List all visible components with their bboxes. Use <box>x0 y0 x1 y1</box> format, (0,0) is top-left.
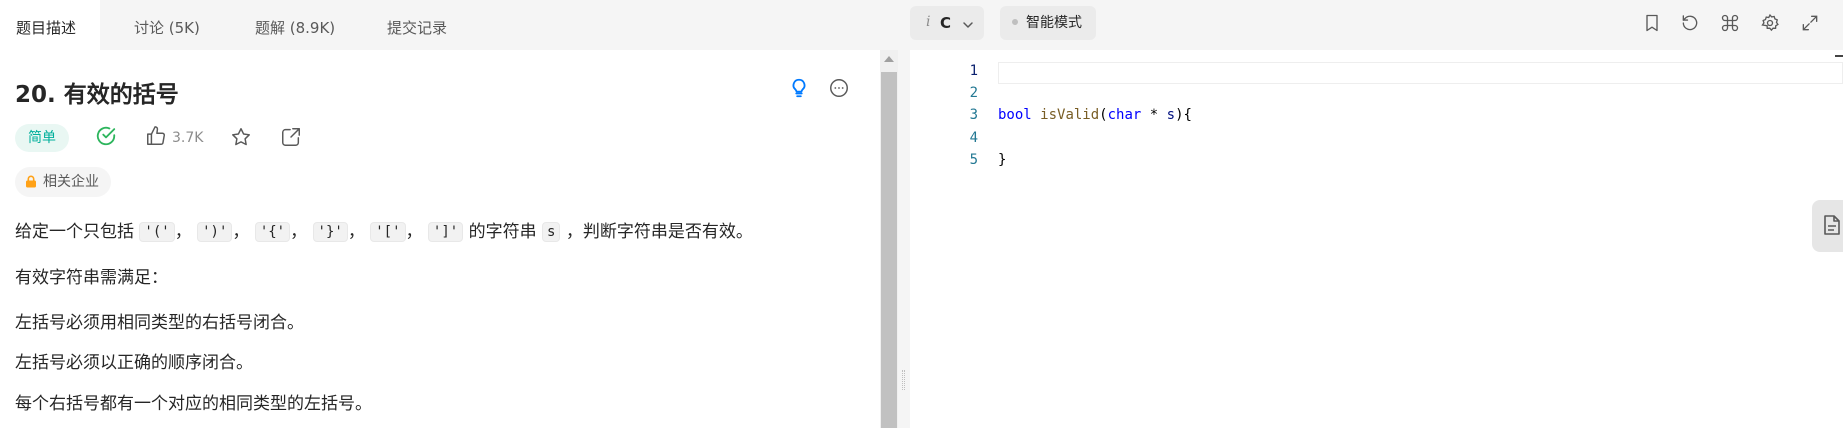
problem-scrollbar[interactable] <box>880 50 898 428</box>
gear-icon[interactable] <box>1760 13 1780 37</box>
tab-discussion[interactable]: 讨论 (5K) <box>118 0 216 50</box>
char-code: '(' <box>139 222 175 242</box>
rule-item: 左括号必须用相同类型的右括号闭合。 <box>15 313 304 333</box>
char-code: '[' <box>370 222 406 242</box>
related-companies-label: 相关企业 <box>43 174 99 190</box>
language-value: C <box>940 14 952 32</box>
reset-icon[interactable] <box>1680 13 1700 37</box>
status-dot <box>1012 19 1018 25</box>
share-icon[interactable] <box>280 126 302 152</box>
check-circle-icon <box>95 125 117 151</box>
current-line-highlight <box>998 62 1843 84</box>
char-code: '{' <box>254 222 291 242</box>
notes-side-tab[interactable] <box>1812 200 1843 252</box>
overview-ruler-mark <box>1835 55 1843 57</box>
like-count: 3.7K <box>172 130 204 146</box>
code-line[interactable]: } <box>998 152 1006 168</box>
problem-panel: 题目描述 讨论 (5K) 题解 (8.9K) 提交记录 20. 有效的括号 简单… <box>0 0 880 428</box>
thumbs-up-icon[interactable] <box>145 125 167 151</box>
command-icon[interactable] <box>1720 13 1740 37</box>
char-code: ')' <box>197 222 233 242</box>
related-companies-button[interactable]: 相关企业 <box>15 167 111 197</box>
tab-description[interactable]: 题目描述 <box>0 0 100 50</box>
code-line[interactable]: bool isValid(char * s){ <box>998 107 1192 123</box>
bookmark-icon[interactable] <box>1642 13 1662 37</box>
var-code: s <box>542 222 561 242</box>
expand-icon[interactable] <box>1800 13 1820 37</box>
line-number: 2 <box>969 85 978 101</box>
panel-resize-handle[interactable] <box>898 50 910 428</box>
scroll-up-arrow[interactable] <box>884 56 894 62</box>
problem-title: 20. 有效的括号 <box>15 82 179 108</box>
lock-icon <box>25 169 37 199</box>
editor-toolbar: i C 智能模式 <box>880 0 1843 50</box>
code-editor[interactable]: 1 2 3 4 5 bool isValid(char * s){ } <box>910 50 1843 428</box>
info-icon: i <box>926 14 931 30</box>
problem-content: 20. 有效的括号 简单 3.7K 相关企业 给定一个只包括 '(' ， ')'… <box>0 50 880 428</box>
rule-item: 左括号必须以正确的顺序闭合。 <box>15 353 253 373</box>
line-number: 4 <box>969 130 978 146</box>
problem-tabbar: 题目描述 讨论 (5K) 题解 (8.9K) 提交记录 <box>0 0 880 50</box>
document-icon <box>1822 214 1842 240</box>
smart-mode-button[interactable]: 智能模式 <box>1000 6 1096 40</box>
char-code: ']' <box>427 222 464 242</box>
char-code: '}' <box>312 222 348 242</box>
app-root: 题目描述 讨论 (5K) 题解 (8.9K) 提交记录 20. 有效的括号 简单… <box>0 0 1843 428</box>
tab-solutions[interactable]: 题解 (8.9K) <box>239 0 351 50</box>
line-number: 5 <box>969 152 978 168</box>
description-intro: 给定一个只包括 '('， ')'， '{'， '}'， '['， ']' 的字符… <box>15 222 753 242</box>
line-number: 1 <box>969 63 978 79</box>
smart-mode-label: 智能模式 <box>1026 15 1082 31</box>
resize-grip[interactable] <box>902 370 905 390</box>
scrollbar-thumb[interactable] <box>881 72 897 428</box>
difficulty-badge: 简单 <box>15 124 69 152</box>
line-number-gutter: 1 2 3 4 5 <box>910 50 980 428</box>
chevron-down-icon <box>962 17 974 35</box>
line-number: 3 <box>969 107 978 123</box>
lightbulb-icon[interactable] <box>788 77 810 103</box>
problem-meta: 简单 3.7K <box>15 121 315 153</box>
tab-submissions[interactable]: 提交记录 <box>371 0 463 50</box>
ellipsis-icon[interactable] <box>828 77 850 103</box>
language-select[interactable]: i C <box>910 6 984 40</box>
star-icon[interactable] <box>230 126 252 152</box>
rules-heading: 有效字符串需满足： <box>15 268 168 288</box>
rule-item: 每个右括号都有一个对应的相同类型的左括号。 <box>15 394 372 414</box>
